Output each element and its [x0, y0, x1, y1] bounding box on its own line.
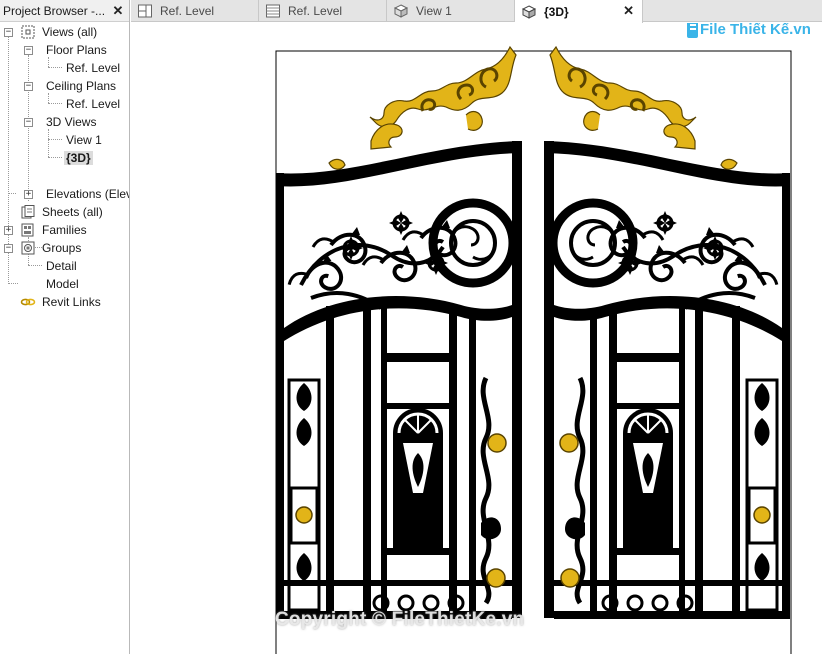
- project-browser-panel: Project Browser -... ✕ − Views (all) − F…: [0, 0, 130, 654]
- tree-item-groups[interactable]: Groups: [20, 239, 83, 257]
- copyright-watermark: Copyright © FileThietKe.vn: [275, 609, 525, 630]
- logo-mark-icon: [687, 23, 698, 38]
- tree-item-label: {3D}: [64, 151, 93, 165]
- tab-ceiling-ref-level[interactable]: Ref. Level: [259, 0, 387, 22]
- tab-label: View 1: [416, 4, 452, 18]
- tree-item-label: Ceiling Plans: [46, 79, 117, 93]
- tab-3d[interactable]: {3D} ✕: [515, 0, 643, 23]
- tree-item-label: Ref. Level: [66, 97, 121, 111]
- 3d-view-icon: [393, 4, 409, 18]
- tree-connector: [8, 193, 16, 194]
- tree-item-detail[interactable]: Detail: [44, 257, 79, 275]
- tree-item-label: Groups: [42, 241, 82, 255]
- tab-label: Ref. Level: [288, 4, 343, 18]
- floor-plan-icon: [138, 4, 152, 18]
- project-browser-header: Project Browser -... ✕: [0, 0, 129, 22]
- tab-label: Ref. Level: [160, 4, 215, 18]
- view-tab-bar: Ref. Level Ref. Level View 1 {3D} ✕: [131, 0, 822, 23]
- sheets-icon: [21, 205, 35, 219]
- groups-icon: [21, 241, 35, 255]
- tree-item-sheets-all[interactable]: Sheets (all): [20, 203, 105, 221]
- tree-item-label: Elevations (Elev: [46, 187, 130, 201]
- gate-drawing: [275, 45, 792, 654]
- ceiling-plan-icon: [266, 4, 280, 18]
- tree-item-ceiling-plans[interactable]: Ceiling Plans: [44, 77, 118, 95]
- tree-connector: [48, 103, 62, 104]
- collapse-icon[interactable]: −: [24, 46, 33, 55]
- collapse-icon[interactable]: −: [4, 244, 13, 253]
- tree-item-label: Families: [42, 223, 87, 237]
- tree-item-label: Detail: [46, 259, 77, 273]
- tree-item-3d[interactable]: {3D}: [64, 149, 93, 167]
- close-icon[interactable]: ✕: [110, 3, 126, 19]
- tree-item-floor-plans[interactable]: Floor Plans: [44, 41, 109, 59]
- sheet-frame: [275, 50, 792, 654]
- tree-item-view-1[interactable]: View 1: [64, 131, 104, 149]
- tree-item-model[interactable]: Model: [44, 275, 81, 293]
- close-icon[interactable]: ✕: [623, 3, 634, 19]
- watermark-logo-text: File Thiết Kế.vn: [700, 23, 811, 38]
- watermark-logo: File Thiết Kế.vn: [686, 23, 811, 40]
- tab-view-1[interactable]: View 1: [387, 0, 515, 22]
- tree-item-elevations[interactable]: Elevations (Elev: [44, 185, 130, 203]
- expand-icon[interactable]: +: [24, 190, 33, 199]
- tree-item-label: Sheets (all): [42, 205, 103, 219]
- link-icon: [20, 298, 36, 306]
- tree-item-3d-views[interactable]: 3D Views: [44, 113, 98, 131]
- tree-item-ceiling-ref-level[interactable]: Ref. Level: [64, 95, 122, 113]
- tree-item-revit-links[interactable]: Revit Links: [20, 293, 103, 311]
- tab-floor-ref-level[interactable]: Ref. Level: [131, 0, 259, 22]
- tree-connector: [48, 139, 62, 140]
- 3d-viewport[interactable]: File Thiết Kế.vn Copyright © FileThietKe…: [131, 23, 822, 654]
- tree-connector: [48, 67, 62, 68]
- tree-item-label: Model: [46, 277, 79, 291]
- tree-item-label: Revit Links: [42, 295, 101, 309]
- collapse-icon[interactable]: −: [4, 28, 13, 37]
- tree-connector: [8, 283, 18, 284]
- tree-connector: [28, 55, 29, 201]
- project-browser-title: Project Browser -...: [3, 3, 106, 18]
- tree-item-label: 3D Views: [46, 115, 97, 129]
- tree-item-floor-ref-level[interactable]: Ref. Level: [64, 59, 122, 77]
- tree-item-families[interactable]: Families: [20, 221, 89, 239]
- tree-item-views-all[interactable]: Views (all): [20, 23, 99, 41]
- tab-label: {3D}: [544, 4, 569, 19]
- families-icon: [21, 223, 34, 237]
- tree-connector: [28, 265, 42, 266]
- collapse-icon[interactable]: −: [24, 82, 33, 91]
- collapse-icon[interactable]: −: [24, 118, 33, 127]
- tree-item-label: Ref. Level: [66, 61, 121, 75]
- tree-connector: [48, 129, 49, 157]
- tree-item-label: Views (all): [42, 25, 98, 39]
- tree-item-label: Floor Plans: [46, 43, 107, 57]
- tree-connector: [48, 157, 62, 158]
- expand-icon[interactable]: +: [4, 226, 13, 235]
- views-icon: [21, 25, 35, 39]
- 3d-view-icon: [521, 4, 537, 19]
- tree-item-label: View 1: [66, 133, 102, 147]
